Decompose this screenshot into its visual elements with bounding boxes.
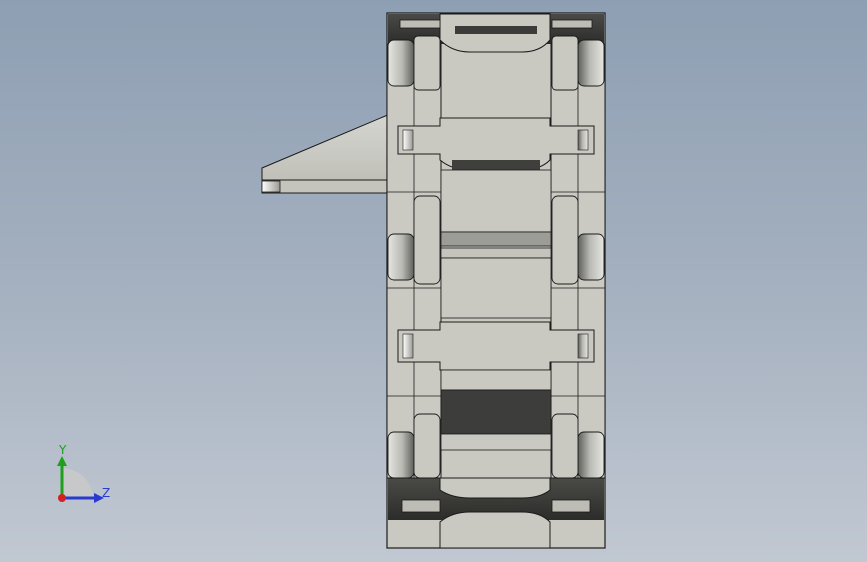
cable-chain-model[interactable] [0, 0, 867, 562]
mounting-bracket[interactable] [261, 113, 401, 194]
triad-axes [57, 456, 104, 503]
dark-insert-block [440, 369, 552, 451]
orientation-triad[interactable]: Y Z [40, 440, 130, 520]
triad-y-label: Y [59, 443, 67, 457]
crossbar-middle[interactable] [440, 169, 552, 319]
graphics-viewport[interactable]: Y Z [0, 0, 867, 562]
triad-z-label: Z [102, 486, 111, 500]
